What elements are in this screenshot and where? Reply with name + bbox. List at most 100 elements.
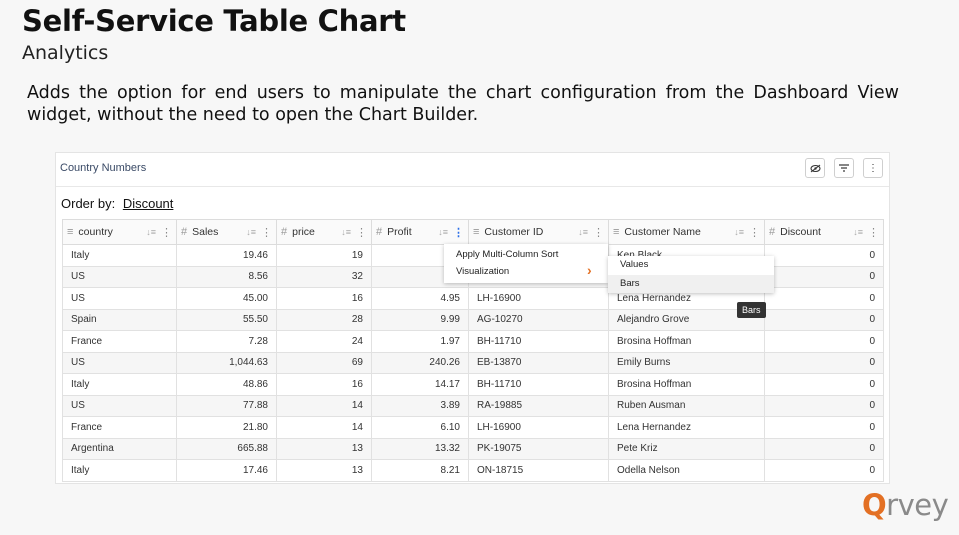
table-cell: BH-11710 bbox=[468, 330, 609, 353]
widget-title: Country Numbers bbox=[60, 162, 147, 174]
sort-icon[interactable]: ↓≡ bbox=[146, 227, 156, 237]
table-cell: 3.89 bbox=[371, 394, 469, 417]
table-cell: 0 bbox=[764, 244, 884, 267]
chevron-right-icon: › bbox=[587, 262, 592, 278]
table-cell: LH-16900 bbox=[468, 287, 609, 310]
order-by-value[interactable]: Discount bbox=[123, 196, 174, 211]
column-menu-icon[interactable]: ⋮ bbox=[261, 226, 272, 239]
table-cell: US bbox=[62, 351, 177, 374]
table-cell: 45.00 bbox=[176, 287, 277, 310]
table-cell: 21.80 bbox=[176, 416, 277, 439]
table-cell: 14.17 bbox=[371, 373, 469, 396]
column-header-inner: ≡ Customer ID ↓≡ ⋮ bbox=[473, 226, 604, 239]
table-cell: 14 bbox=[276, 416, 372, 439]
menu-item-visualization[interactable]: Visualization bbox=[456, 263, 509, 280]
table-cell: 32 bbox=[276, 265, 372, 288]
table-cell: 4.95 bbox=[371, 287, 469, 310]
column-context-menu: Apply Multi-Column Sort Visualization › bbox=[444, 244, 608, 283]
column-header-label: price bbox=[292, 226, 315, 238]
sort-icon[interactable]: ↓≡ bbox=[341, 227, 351, 237]
column-menu-icon[interactable]: ⋮ bbox=[161, 226, 172, 239]
column-type-icon: # bbox=[181, 226, 188, 238]
table-cell: 16 bbox=[276, 373, 372, 396]
table-cell: 48.86 bbox=[176, 373, 277, 396]
column-header-label: country bbox=[78, 226, 113, 238]
table-cell: 69 bbox=[276, 351, 372, 374]
menu-item-multi-sort[interactable]: Apply Multi-Column Sort bbox=[456, 246, 558, 263]
column-header[interactable]: ≡ country ↓≡ ⋮ bbox=[62, 219, 177, 245]
logo-text: rvey bbox=[886, 488, 949, 522]
table-cell: Italy bbox=[62, 373, 177, 396]
order-by: Order by: Discount bbox=[61, 196, 173, 211]
column-header[interactable]: # Sales ↓≡ ⋮ bbox=[176, 219, 277, 245]
column-header-inner: # Discount ↓≡ ⋮ bbox=[769, 226, 879, 239]
table-cell: 17.46 bbox=[176, 459, 277, 482]
column-menu-icon[interactable]: ⋮ bbox=[868, 226, 879, 239]
table-cell: EB-13870 bbox=[468, 351, 609, 374]
sort-icon[interactable]: ↓≡ bbox=[578, 227, 588, 237]
table-cell: 9.99 bbox=[371, 308, 469, 331]
column-header-label: Customer Name bbox=[624, 226, 701, 238]
column-header[interactable]: ≡ Customer ID ↓≡ ⋮ bbox=[468, 219, 609, 245]
more-vertical-icon[interactable]: ⋮ bbox=[863, 158, 883, 178]
sort-icon[interactable]: ↓≡ bbox=[246, 227, 256, 237]
slide-description: Adds the option for end users to manipul… bbox=[27, 83, 899, 125]
table-row[interactable]: Italy 17.46 13 8.21 ON-18715 Odella Nelson 0 bbox=[62, 459, 884, 482]
column-header[interactable]: # Discount ↓≡ ⋮ bbox=[764, 219, 884, 245]
slide-subtitle: Analytics bbox=[22, 42, 109, 64]
widget-header: Country Numbers ⋮ bbox=[56, 153, 889, 187]
column-header-label: Sales bbox=[192, 226, 219, 238]
table-row[interactable]: France 21.80 14 6.10 LH-16900 Lena Hernandez 0 bbox=[62, 416, 884, 439]
table-cell: Brosina Hoffman bbox=[608, 373, 765, 396]
table-cell: 13.32 bbox=[371, 437, 469, 460]
column-type-icon: ≡ bbox=[613, 226, 620, 238]
table-cell: RA-19885 bbox=[468, 394, 609, 417]
table-cell: 1.97 bbox=[371, 330, 469, 353]
table-row[interactable]: Argentina 665.88 13 13.32 PK-19075 Pete Kriz 0 bbox=[62, 437, 884, 460]
eye-slash-icon[interactable] bbox=[805, 158, 825, 178]
table-cell: Brosina Hoffman bbox=[608, 330, 765, 353]
table-cell: 0 bbox=[764, 265, 884, 288]
column-header-label: Discount bbox=[780, 226, 821, 238]
submenu-item-bars[interactable]: Bars bbox=[608, 275, 774, 293]
column-menu-icon[interactable]: ⋮ bbox=[749, 226, 760, 239]
table-cell: 665.88 bbox=[176, 437, 277, 460]
table-cell: LH-16900 bbox=[468, 416, 609, 439]
table-cell: Italy bbox=[62, 459, 177, 482]
table-row[interactable]: Italy 48.86 16 14.17 BH-11710 Brosina Hoffman… bbox=[62, 373, 884, 396]
column-header[interactable]: # price ↓≡ ⋮ bbox=[276, 219, 372, 245]
table-cell: ON-18715 bbox=[468, 459, 609, 482]
table-cell: Pete Kriz bbox=[608, 437, 765, 460]
table-row[interactable]: US 77.88 14 3.89 RA-19885 Ruben Ausman 0 bbox=[62, 394, 884, 417]
submenu-item-values[interactable]: Values bbox=[608, 256, 774, 274]
column-header-label: Customer ID bbox=[484, 226, 544, 238]
column-header[interactable]: # Profit ↓≡ ⋮ bbox=[371, 219, 469, 245]
table-cell: Lena Hernandez bbox=[608, 416, 765, 439]
table-cell: 24 bbox=[276, 330, 372, 353]
table-row[interactable]: US 1,044.63 69 240.26 EB-13870 Emily Burns 0 bbox=[62, 351, 884, 374]
filter-icon[interactable] bbox=[834, 158, 854, 178]
order-by-label: Order by: bbox=[61, 196, 116, 211]
table-cell: 14 bbox=[276, 394, 372, 417]
column-header-inner: ≡ country ↓≡ ⋮ bbox=[67, 226, 172, 239]
table-cell: 0 bbox=[764, 330, 884, 353]
column-header[interactable]: ≡ Customer Name ↓≡ ⋮ bbox=[608, 219, 765, 245]
table-cell: 13 bbox=[276, 459, 372, 482]
sort-icon[interactable]: ↓≡ bbox=[438, 227, 448, 237]
table-row[interactable]: France 7.28 24 1.97 BH-11710 Brosina Hoffman 0 bbox=[62, 330, 884, 353]
sort-icon[interactable]: ↓≡ bbox=[853, 227, 863, 237]
column-menu-icon[interactable]: ⋮ bbox=[593, 226, 604, 239]
table-cell: Ruben Ausman bbox=[608, 394, 765, 417]
table-cell: Spain bbox=[62, 308, 177, 331]
table-cell: AG-10270 bbox=[468, 308, 609, 331]
column-menu-icon[interactable]: ⋮ bbox=[356, 226, 367, 239]
sort-icon[interactable]: ↓≡ bbox=[734, 227, 744, 237]
table-cell: 6.10 bbox=[371, 416, 469, 439]
column-menu-icon[interactable]: ⋮ bbox=[453, 226, 464, 239]
column-type-icon: ≡ bbox=[473, 226, 480, 238]
column-header-label: Profit bbox=[387, 226, 412, 238]
table-cell: 0 bbox=[764, 351, 884, 374]
table-cell: 28 bbox=[276, 308, 372, 331]
table-cell: 19.46 bbox=[176, 244, 277, 267]
column-header-inner: # price ↓≡ ⋮ bbox=[281, 226, 367, 239]
